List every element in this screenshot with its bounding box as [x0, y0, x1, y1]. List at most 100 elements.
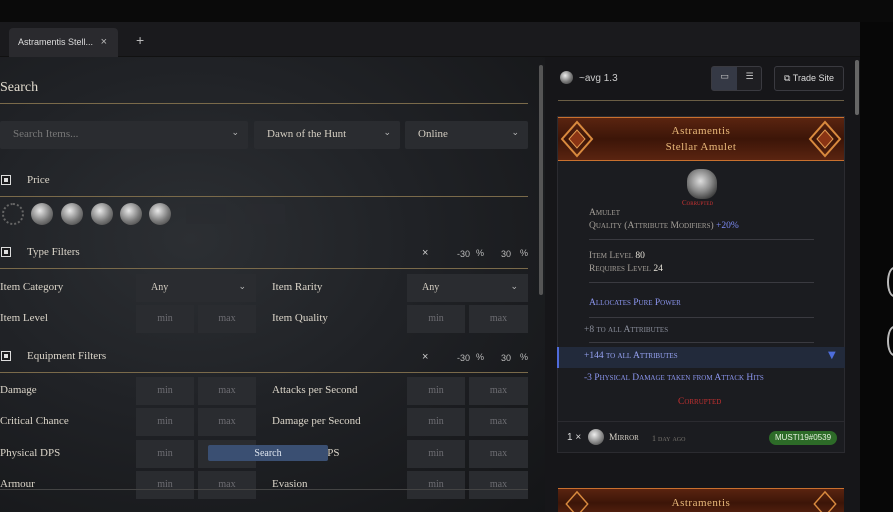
requires-value: 24	[653, 264, 663, 274]
triangle-down-icon[interactable]: ▼	[828, 350, 836, 361]
currency-chaos-icon[interactable]	[61, 203, 83, 225]
item-rarity-value: Any	[422, 282, 440, 293]
granted-skill: Allocates Pure Power	[589, 298, 681, 308]
close-tab-icon[interactable]: ×	[101, 36, 107, 48]
equipment-filters-title: Equipment Filters	[27, 350, 107, 362]
mirror-currency-icon	[588, 429, 604, 445]
type-filters-checkbox[interactable]	[1, 247, 11, 257]
item-rarity-select[interactable]: Any ⌄	[407, 274, 528, 302]
trade-site-label: Trade Site	[792, 73, 834, 83]
amulet-icon	[687, 169, 717, 199]
item-level-label: Item Level	[589, 251, 634, 261]
item-class: Amulet	[589, 208, 620, 218]
pct-max-value: 30	[501, 353, 512, 363]
dps-min[interactable]: min	[407, 408, 465, 436]
item-level-min[interactable]: min	[136, 305, 194, 333]
quality-value: +20%	[716, 221, 739, 231]
dps-max[interactable]: max	[469, 408, 528, 436]
divider	[0, 196, 528, 197]
price-min-field[interactable]	[186, 204, 226, 224]
divider	[0, 268, 528, 269]
pct-min-value: -30	[457, 249, 471, 259]
physical-dps-label: Physical DPS	[0, 447, 61, 459]
list-icon[interactable]: ☰	[737, 67, 762, 90]
search-placeholder: Search Items...	[13, 128, 79, 140]
status-value: Online	[418, 128, 448, 140]
item-level-label: Item Level	[0, 312, 48, 324]
form-scrollbar[interactable]	[539, 65, 543, 295]
crit-chance-min[interactable]: min	[136, 408, 194, 436]
divider	[0, 372, 528, 373]
search-heading: Search	[0, 80, 39, 95]
search-form: Search Search Items... ⌄ Dawn of the Hun…	[0, 57, 545, 512]
item-category-select[interactable]: Any ⌄	[136, 274, 256, 302]
elemental-dps-max[interactable]: max	[469, 440, 528, 468]
item-name: Astramentis	[671, 125, 731, 137]
aps-label: Attacks per Second	[272, 384, 358, 396]
price-currency: Mirror	[609, 433, 639, 443]
item-quality-max[interactable]: max	[469, 305, 528, 333]
item-category-label: Item Category	[0, 281, 64, 293]
item-header: Astramentis Stellar Amulet	[558, 117, 844, 161]
item-quality-label: Item Quality	[272, 312, 328, 324]
search-input[interactable]: Search Items... ⌄	[0, 121, 248, 149]
aps-max[interactable]: max	[469, 377, 528, 405]
separator	[589, 342, 814, 343]
status-select[interactable]: Online ⌄	[405, 121, 528, 149]
price-max-field[interactable]	[245, 204, 285, 224]
trade-site-button[interactable]: ⧉ Trade Site	[774, 66, 844, 91]
gear-icon[interactable]	[2, 203, 24, 225]
evasion-max[interactable]: max	[469, 471, 528, 499]
item-quality: Quality (Attribute Modifiers) +20%	[589, 221, 739, 231]
currency-divine-icon[interactable]	[91, 203, 113, 225]
type-filters-title: Type Filters	[27, 246, 80, 258]
pct-sign: %	[476, 352, 485, 362]
dps-label: Damage per Second	[272, 415, 361, 427]
view-toggle: ▭ ☰	[711, 66, 762, 91]
monitor-icon[interactable]: ▭	[712, 67, 737, 90]
physical-dps-min[interactable]: min	[136, 440, 194, 468]
add-tab-icon[interactable]: +	[136, 32, 144, 48]
evasion-min[interactable]: min	[407, 471, 465, 499]
external-link-icon: ⧉	[784, 73, 791, 83]
listed-time: 1 day ago	[652, 434, 686, 443]
implicit-mod: +8 to all Attributes	[584, 325, 669, 335]
next-item-header: Astramentis	[558, 488, 844, 512]
aps-min[interactable]: min	[407, 377, 465, 405]
item-level-value: 80	[635, 251, 645, 261]
equipment-filters-checkbox[interactable]	[1, 351, 11, 361]
pct-sign: %	[520, 248, 529, 258]
currency-icon	[560, 71, 573, 84]
price-checkbox[interactable]	[1, 175, 11, 185]
damage-max[interactable]: max	[198, 377, 256, 405]
avg-price: ~avg 1.3	[579, 73, 618, 84]
corrupted-tag: Corrupted	[682, 199, 714, 207]
search-button[interactable]: Search	[208, 445, 328, 461]
currency-mirror-icon[interactable]	[149, 203, 171, 225]
results-scrollbar[interactable]	[855, 60, 859, 115]
armour-min[interactable]: min	[136, 471, 194, 499]
top-bar	[0, 0, 893, 22]
currency-exalted-icon[interactable]	[31, 203, 53, 225]
clear-type-filters-icon[interactable]: ×	[422, 247, 428, 259]
elemental-dps-min[interactable]: min	[407, 440, 465, 468]
crit-chance-max[interactable]: max	[198, 408, 256, 436]
clear-equipment-filters-icon[interactable]: ×	[422, 351, 428, 363]
tab-astramentis[interactable]: Astramentis Stell... ×	[9, 28, 118, 57]
next-item-name: Astramentis	[671, 497, 731, 509]
separator	[589, 282, 814, 283]
league-select[interactable]: Dawn of the Hunt ⌄	[254, 121, 400, 149]
armour-max[interactable]: max	[198, 471, 256, 499]
pct-sign: %	[520, 352, 529, 362]
seller-badge[interactable]: MUSTI19#0539	[769, 431, 837, 445]
item-quality-min[interactable]: min	[407, 305, 465, 333]
currency-annul-icon[interactable]	[120, 203, 142, 225]
damage-min[interactable]: min	[136, 377, 194, 405]
item-requirements: Requires Level 24	[589, 264, 663, 274]
item-level: Item Level 80	[589, 251, 645, 261]
price-quantity: 1 ×	[567, 432, 582, 443]
chevron-down-icon: ⌄	[511, 128, 519, 138]
separator	[589, 239, 814, 240]
requires-label: Requires Level	[589, 264, 651, 274]
item-level-max[interactable]: max	[198, 305, 256, 333]
